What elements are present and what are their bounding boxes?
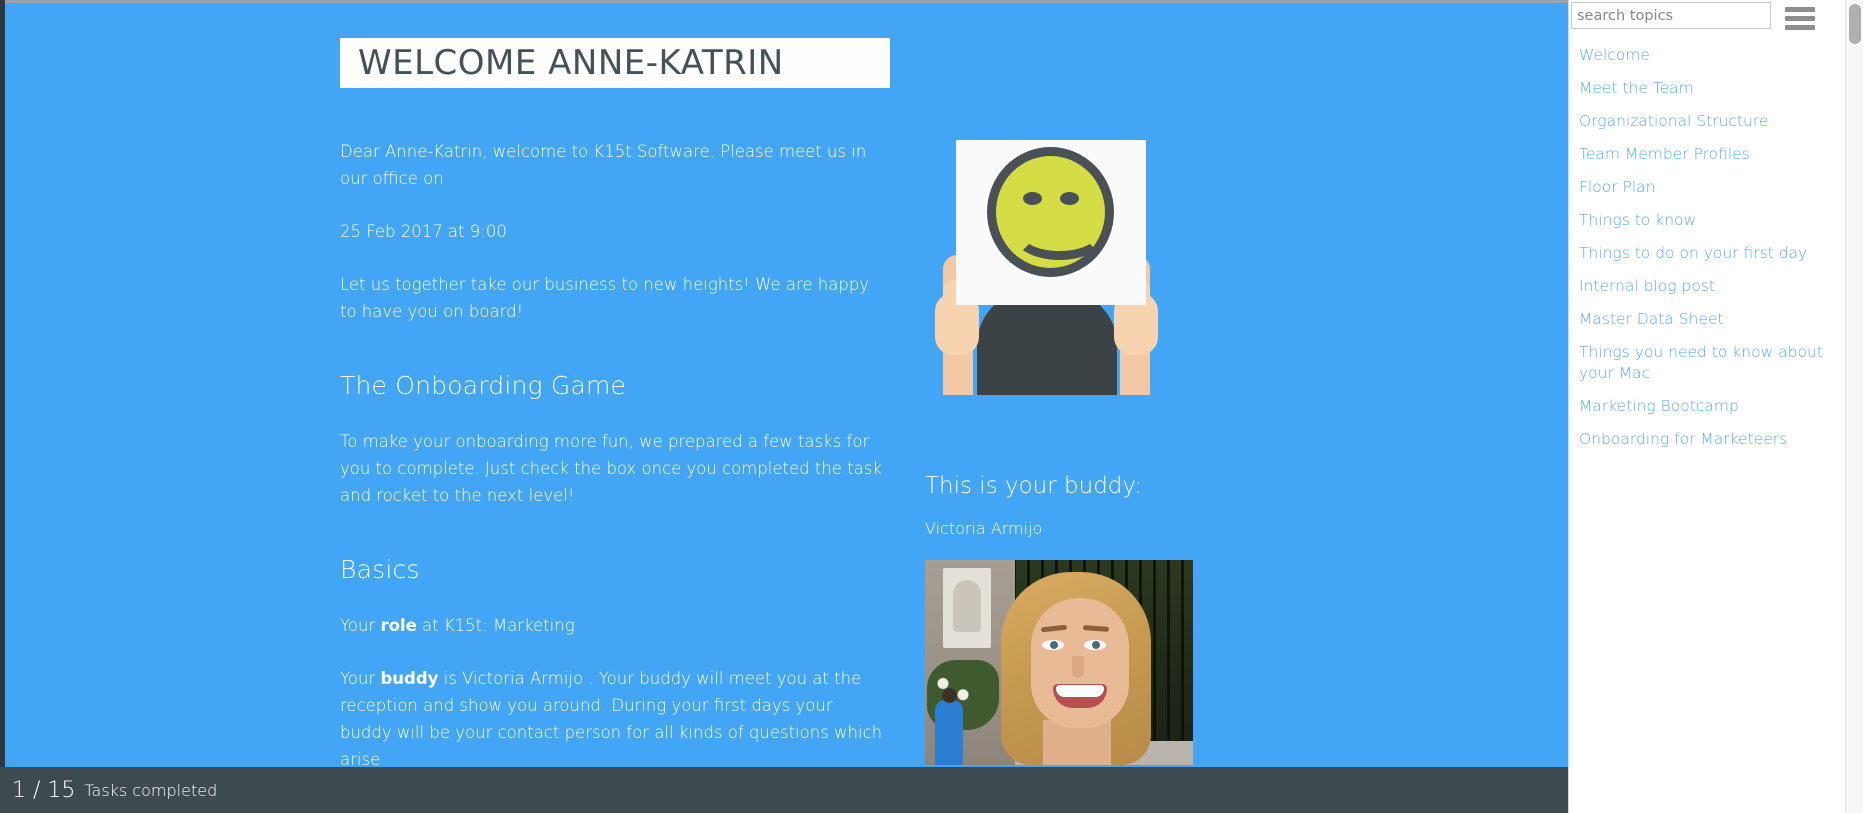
top-divider [0,0,1568,3]
topics-sidebar: Welcome Meet the Team Organizational Str… [1568,0,1845,813]
sidebar-item-marketing-bootcamp[interactable]: Marketing Bootcamp [1569,390,1845,423]
buddy-nose [1072,656,1084,678]
welcome-date: 25 Feb 2017 at 9:00. [340,222,513,241]
sidebar-item-team-member-profiles[interactable]: Team Member Profiles [1569,138,1845,171]
buddy-mouth [1053,684,1107,708]
smiley-face-icon [987,147,1114,277]
page-title: WELCOME ANNE-KATRIN [358,43,784,83]
hamburger-icon[interactable] [1785,3,1819,33]
welcome-smiley-illustration [930,130,1163,395]
buddy-heading: This is your buddy: [925,473,1143,499]
buddy-brow-right [1082,625,1110,632]
role-keyword: role [380,616,417,635]
scrollbar-thumb[interactable] [1849,4,1861,44]
buddy-eye-right [1084,640,1106,650]
task-count: 1 / 15 [12,777,76,803]
left-edge-strip [0,0,5,813]
onboarding-game-body: To make your onboarding more fun, we pre… [340,432,882,505]
sidebar-topic-list: Welcome Meet the Team Organizational Str… [1569,33,1845,456]
sidebar-item-things-to-do-first-day[interactable]: Things to do on your first day [1569,237,1845,270]
welcome-greeting: Dear Anne-Katrin, welcome to K15t Softwa… [340,142,867,188]
person-torso [977,290,1117,395]
left-text-column: Dear Anne-Katrin, welcome to K15t Softwa… [340,138,885,799]
buddy-photo [925,560,1193,765]
sidebar-item-meet-the-team[interactable]: Meet the Team [1569,72,1845,105]
smiley-eye-right [1060,192,1079,205]
hamburger-bar-2 [1785,15,1815,21]
hamburger-bar-3 [1785,24,1815,30]
smiley-mouth [1013,208,1106,260]
photo-background-statue [943,568,991,648]
sidebar-item-internal-blog-post[interactable]: Internal blog post [1569,270,1845,303]
smiley-eye-left [1023,192,1042,205]
photo-background-person [935,688,963,765]
white-sign [956,140,1146,305]
onboarding-game-heading: The Onboarding Game [340,371,627,400]
task-status-label: Tasks completed [84,780,218,800]
sidebar-header [1569,0,1845,33]
buddy-teeth [1056,685,1104,697]
role-suffix: at K15t: Marketing [416,616,575,635]
main-content-area: WELCOME ANNE-KATRIN Dear Anne-Katrin, we… [0,0,1568,813]
page-scrollbar[interactable] [1845,0,1863,813]
buddy-face [1031,598,1129,728]
basics-heading: Basics [340,555,420,584]
search-input[interactable] [1571,2,1771,29]
page-title-block: WELCOME ANNE-KATRIN [340,38,890,88]
basics-role-line: Your role at K15t: Marketing [340,612,885,639]
buddy-keyword: buddy [380,669,439,688]
right-media-column: This is your buddy: Victoria Armijo [925,130,1265,765]
sidebar-item-floor-plan[interactable]: Floor Plan [1569,171,1845,204]
sidebar-item-welcome[interactable]: Welcome [1569,39,1845,72]
buddy-eye-left [1042,640,1064,650]
basics-buddy-line: Your buddy is Victoria Armijo . Your bud… [340,665,885,773]
hamburger-bar-1 [1785,6,1815,12]
buddy-name: Victoria Armijo [925,519,1043,538]
welcome-closing: Let us together take our business to new… [340,275,870,321]
buddy-prefix: Your [340,669,381,688]
role-prefix: Your [340,616,381,635]
sidebar-item-onboarding-marketeers[interactable]: Onboarding for Marketeers [1569,423,1845,456]
task-status-bar: 1 / 15 Tasks completed [0,767,1568,813]
sidebar-item-things-to-know[interactable]: Things to know [1569,204,1845,237]
sidebar-item-organizational-structure[interactable]: Organizational Structure [1569,105,1845,138]
buddy-brow-left [1040,624,1068,633]
sidebar-item-master-data-sheet[interactable]: Master Data Sheet [1569,303,1845,336]
sidebar-item-mac-info[interactable]: Things you need to know about your Mac [1569,336,1845,390]
